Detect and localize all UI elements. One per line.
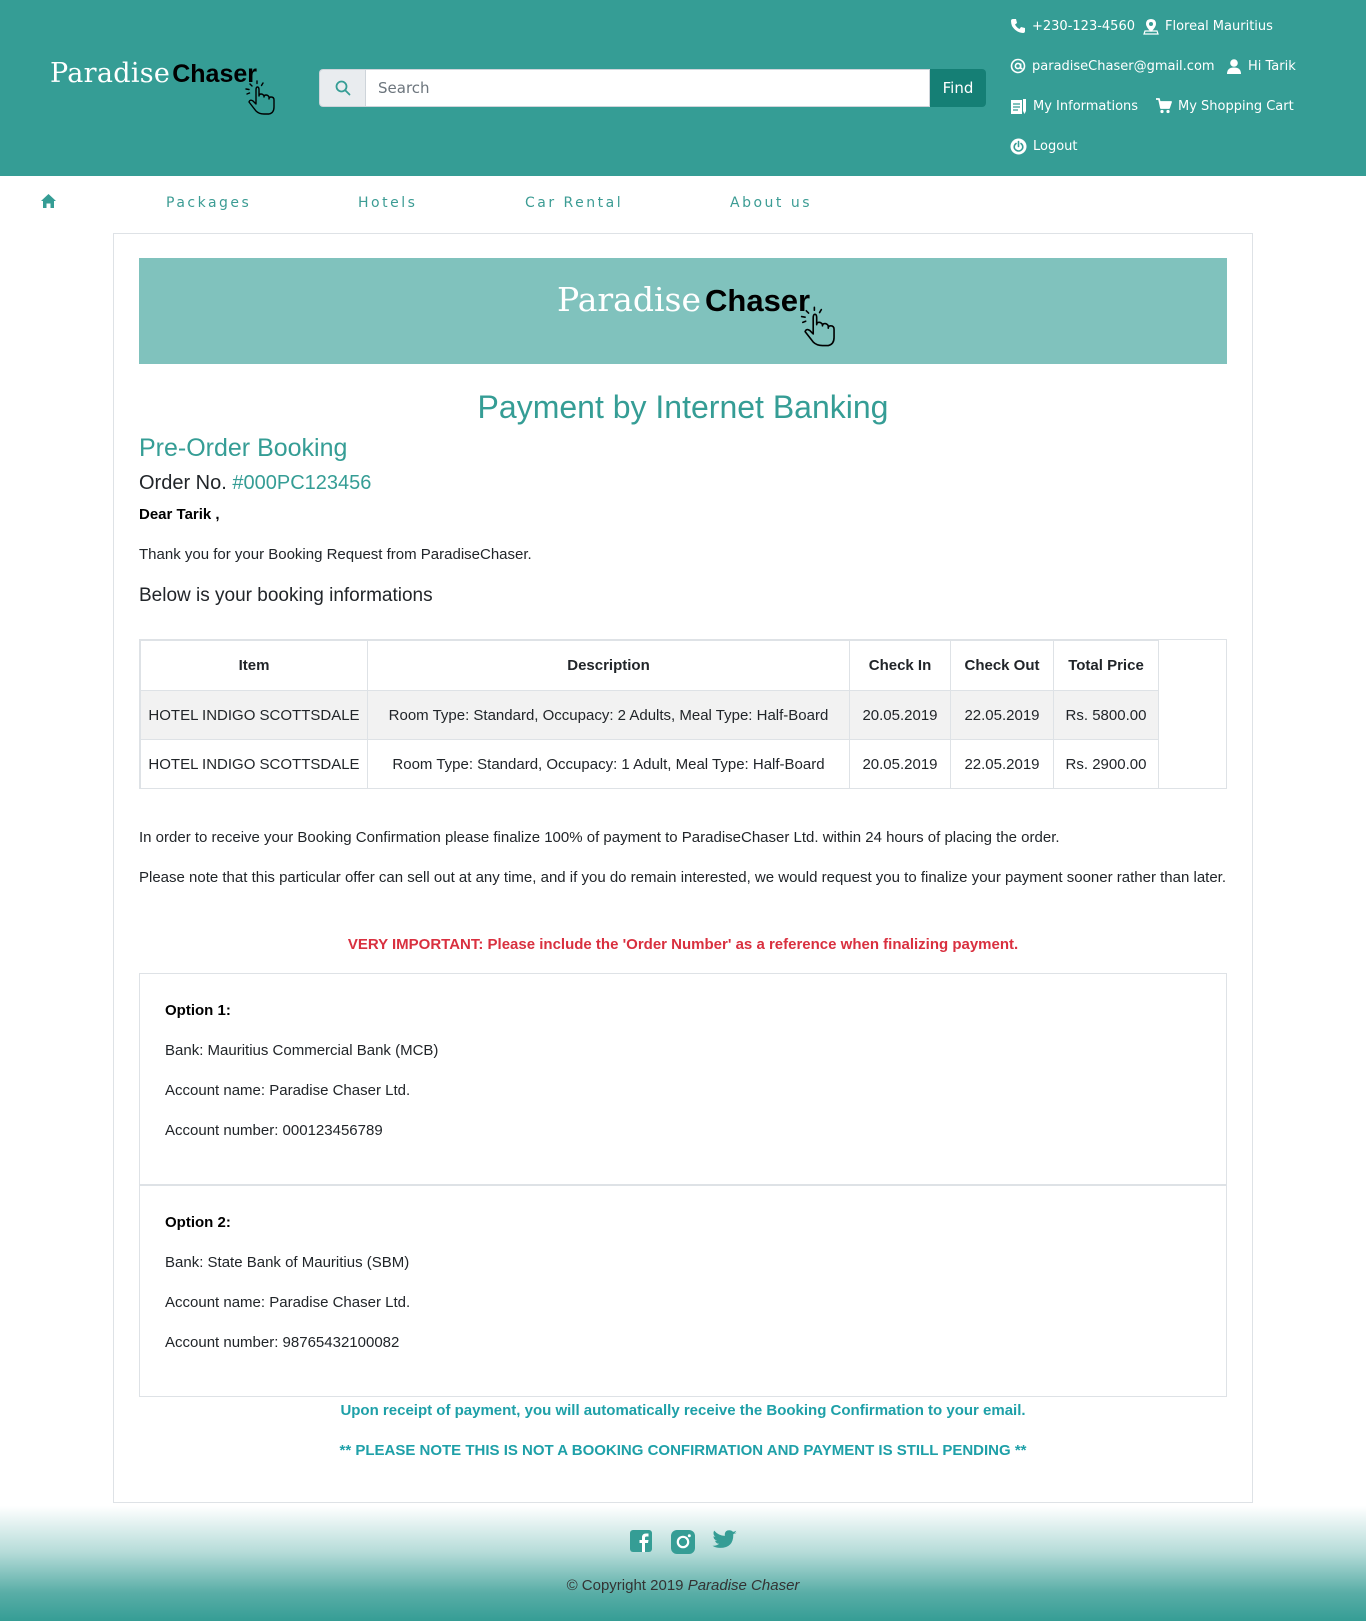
banner-word-chaser: Chaser [705, 283, 811, 318]
payment-instruction: In order to receive your Booking Confirm… [139, 829, 1060, 846]
bank-option-2: Option 2: Bank: State Bank of Mauritius … [139, 1185, 1227, 1397]
cell-description: Room Type: Standard, Occupacy: 2 Adults,… [367, 690, 850, 740]
table-header-row: Item Description Check In Check Out Tota… [140, 640, 1159, 691]
user-greeting[interactable]: Hi Tarik [1226, 58, 1296, 74]
home-icon[interactable] [40, 193, 57, 209]
cell-check-in: 20.05.2019 [849, 739, 951, 789]
facebook-icon[interactable] [630, 1530, 652, 1552]
cell-check-out: 22.05.2019 [950, 739, 1054, 789]
find-button[interactable]: Find [930, 69, 986, 107]
location-link[interactable]: Floreal Mauritius [1143, 18, 1273, 35]
banner-logo: Paradise Chaser [557, 280, 835, 347]
search-bar: Find [319, 69, 986, 107]
option-bank: Bank: Mauritius Commercial Bank (MCB) [165, 1042, 439, 1059]
cell-total-price: Rs. 5800.00 [1053, 690, 1159, 740]
booking-info-heading: Below is your booking informations [139, 585, 433, 606]
cell-total-price: Rs. 2900.00 [1053, 739, 1159, 789]
cell-check-out: 22.05.2019 [950, 690, 1054, 740]
document-icon [1011, 99, 1026, 114]
nav-car-rental[interactable]: Car Rental [525, 195, 623, 211]
top-header: Paradise Chaser Find +230-123-4560 Flore… [0, 0, 1366, 176]
copyright: © Copyright 2019 Paradise Chaser [0, 1577, 1366, 1594]
brand-banner: Paradise Chaser [139, 258, 1227, 364]
phone-link[interactable]: +230-123-4560 [1010, 18, 1135, 34]
nav-hotels[interactable]: Hotels [358, 195, 417, 211]
phone-icon [1011, 19, 1025, 33]
header-check-in: Check In [849, 640, 951, 691]
logout-label: Logout [1033, 139, 1078, 154]
logout-link[interactable]: Logout [1010, 138, 1078, 155]
email-link[interactable]: paradiseChaser@gmail.com [1010, 58, 1215, 74]
header-item: Item [140, 640, 368, 691]
option-title: Option 2: [165, 1214, 231, 1231]
option-account-name: Account name: Paradise Chaser Ltd. [165, 1082, 411, 1099]
my-informations-link[interactable]: My Informations [1010, 98, 1138, 115]
page-title: Payment by Internet Banking [477, 389, 889, 425]
booking-table-wrapper: Item Description Check In Check Out Tota… [139, 639, 1227, 789]
payment-card: Paradise Chaser Payment by Internet Bank… [113, 233, 1253, 1503]
cell-item: HOTEL INDIGO SCOTTSDALE [140, 690, 368, 740]
greeting-text: Hi Tarik [1248, 58, 1296, 74]
table-row: HOTEL INDIGO SCOTTSDALE Room Type: Stand… [140, 739, 1159, 789]
shopping-cart-label: My Shopping Cart [1178, 98, 1294, 114]
nav-packages[interactable]: Packages [166, 195, 251, 211]
option-account-number: Account number: 98765432100082 [165, 1334, 400, 1351]
order-number: #000PC123456 [232, 472, 372, 494]
salutation: Dear Tarik , [139, 506, 220, 523]
cell-check-in: 20.05.2019 [849, 690, 951, 740]
user-icon [1227, 59, 1241, 74]
site-logo[interactable]: Paradise Chaser [50, 58, 275, 115]
header-check-out: Check Out [950, 640, 1054, 691]
twitter-icon[interactable] [712, 1530, 738, 1552]
shopping-cart-link[interactable]: My Shopping Cart [1155, 98, 1294, 114]
email-text: paradiseChaser@gmail.com [1032, 58, 1215, 74]
my-informations-label: My Informations [1033, 99, 1139, 114]
offer-note: Please note that this particular offer c… [139, 869, 1227, 886]
cell-item: HOTEL INDIGO SCOTTSDALE [140, 739, 368, 789]
cell-description: Room Type: Standard, Occupacy: 1 Adult, … [367, 739, 850, 789]
search-input[interactable] [365, 69, 930, 107]
important-notice: VERY IMPORTANT: Please include the 'Orde… [347, 936, 1019, 953]
booking-table: Item Description Check In Check Out Tota… [140, 640, 1159, 789]
header-description: Description [367, 640, 850, 691]
instagram-icon[interactable] [671, 1530, 695, 1554]
pointer-hand-icon [245, 80, 275, 115]
option-bank: Bank: State Bank of Mauritius (SBM) [165, 1254, 410, 1271]
page-subtitle: Pre-Order Booking [139, 434, 348, 462]
location-text: Floreal Mauritius [1165, 19, 1273, 34]
power-icon [1010, 138, 1027, 155]
bank-option-1: Option 1: Bank: Mauritius Commercial Ban… [139, 973, 1227, 1185]
at-icon [1010, 58, 1026, 74]
location-pin-icon [1143, 19, 1159, 35]
cart-icon [1156, 98, 1172, 114]
option-title: Option 1: [165, 1002, 231, 1019]
pointer-hand-icon [800, 306, 835, 347]
nav-about-us[interactable]: About us [730, 195, 812, 211]
option-account-number: Account number: 000123456789 [165, 1122, 383, 1139]
pending-notice: ** PLEASE NOTE THIS IS NOT A BOOKING CON… [339, 1442, 1027, 1459]
thanks-text: Thank you for your Booking Request from … [139, 546, 532, 563]
phone-number: +230-123-4560 [1032, 18, 1135, 34]
header-total-price: Total Price [1053, 640, 1159, 691]
order-label: Order No. [139, 472, 227, 494]
copyright-brand: Paradise Chaser [687, 1577, 800, 1594]
confirmation-notice: Upon receipt of payment, you will automa… [340, 1402, 1026, 1419]
search-icon[interactable] [319, 69, 365, 107]
banner-word-paradise: Paradise [557, 280, 701, 319]
copyright-prefix: © Copyright 2019 [566, 1577, 684, 1594]
main-nav: Packages Hotels Car Rental About us [0, 176, 1366, 230]
logo-word-paradise: Paradise [50, 58, 171, 89]
page-footer: © Copyright 2019 Paradise Chaser [0, 1506, 1366, 1621]
order-line: Order No. #000PC123456 [139, 472, 371, 495]
option-account-name: Account name: Paradise Chaser Ltd. [165, 1294, 411, 1311]
table-row: HOTEL INDIGO SCOTTSDALE Room Type: Stand… [140, 690, 1159, 740]
